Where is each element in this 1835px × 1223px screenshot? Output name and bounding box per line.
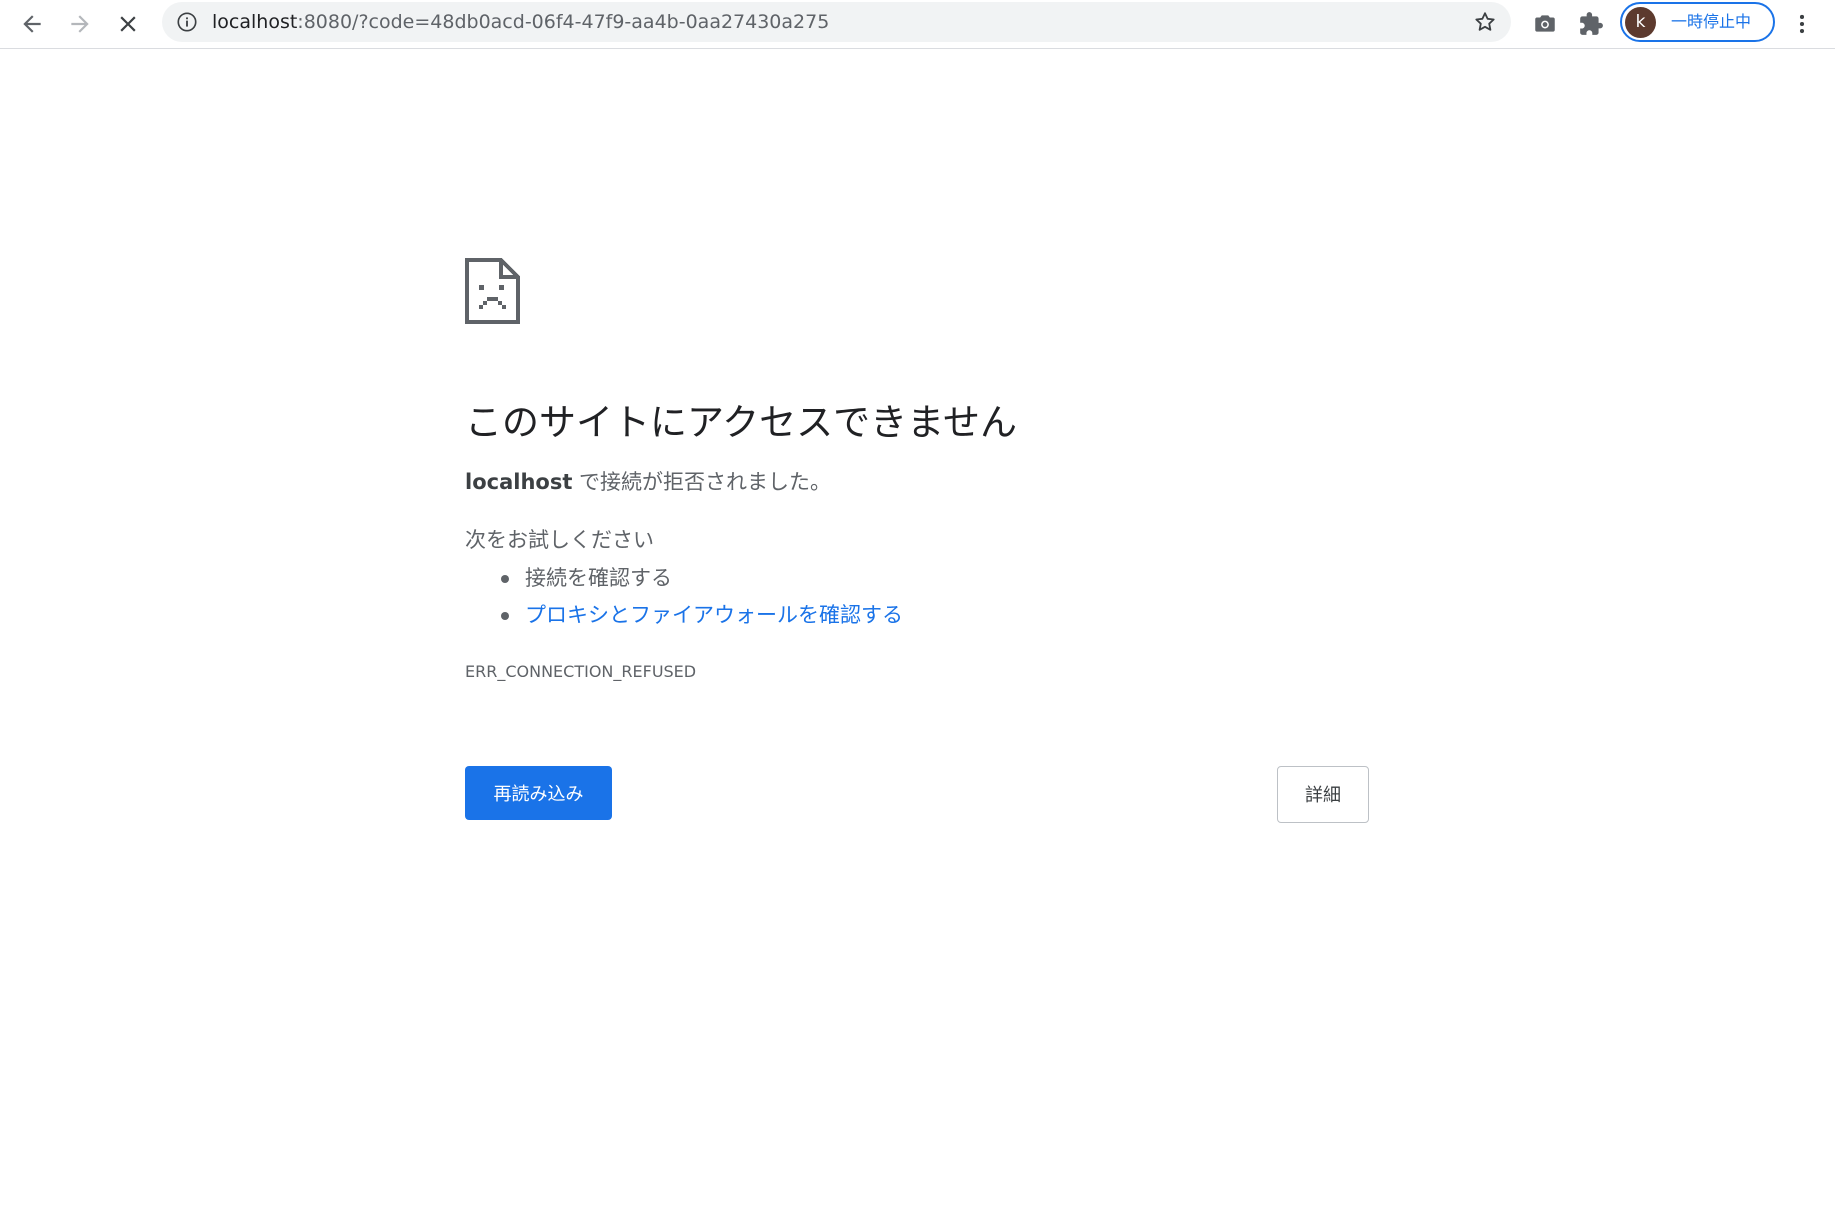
url-path: :8080/?code=48db0acd-06f4-47f9-aa4b-0aa2… — [297, 11, 830, 33]
info-icon[interactable] — [176, 11, 198, 33]
arrow-left-icon — [19, 11, 45, 37]
sad-page-icon — [465, 258, 520, 324]
list-item: プロキシとファイアウォールを確認する — [465, 597, 903, 634]
stop-loading-button[interactable] — [106, 2, 150, 46]
url-text[interactable]: localhost:8080/?code=48db0acd-06f4-47f9-… — [212, 2, 829, 42]
reload-button[interactable]: 再読み込み — [465, 766, 612, 820]
screenshot-button[interactable] — [1523, 2, 1567, 46]
bullet — [501, 612, 509, 620]
bullet — [501, 575, 509, 583]
profile-status-label: 一時停止中 — [1671, 12, 1752, 31]
arrow-right-icon — [67, 11, 93, 37]
forward-button[interactable] — [58, 2, 102, 46]
close-icon — [115, 11, 141, 37]
puzzle-icon — [1578, 11, 1604, 37]
page-title: このサイトにアクセスできません — [465, 401, 1018, 444]
browser-toolbar: localhost:8080/?code=48db0acd-06f4-47f9-… — [0, 0, 1835, 49]
list-item: 接続を確認する — [465, 560, 903, 597]
camera-icon — [1532, 11, 1558, 37]
error-description: localhost で接続が拒否されました。 — [465, 466, 831, 496]
extensions-button[interactable] — [1569, 2, 1613, 46]
address-bar[interactable]: localhost:8080/?code=48db0acd-06f4-47f9-… — [162, 2, 1511, 42]
details-button[interactable]: 詳細 — [1277, 766, 1369, 823]
suggestion-check-connection: 接続を確認する — [525, 566, 672, 590]
error-host: localhost — [465, 470, 573, 494]
error-code: ERR_CONNECTION_REFUSED — [465, 662, 697, 681]
menu-button[interactable] — [1780, 2, 1824, 46]
suggestions-list: 接続を確認する プロキシとファイアウォールを確認する — [465, 560, 903, 634]
more-vert-icon — [1789, 11, 1815, 37]
back-button[interactable] — [10, 2, 54, 46]
avatar: k — [1625, 7, 1656, 38]
profile-chip-button[interactable]: k 一時停止中 — [1620, 2, 1775, 42]
url-host: localhost — [212, 11, 298, 33]
error-description-text: で接続が拒否されました。 — [572, 470, 832, 494]
suggestions-title: 次をお試しください — [465, 528, 654, 552]
check-proxy-firewall-link[interactable]: プロキシとファイアウォールを確認する — [525, 603, 903, 627]
star-icon[interactable] — [1473, 10, 1497, 34]
